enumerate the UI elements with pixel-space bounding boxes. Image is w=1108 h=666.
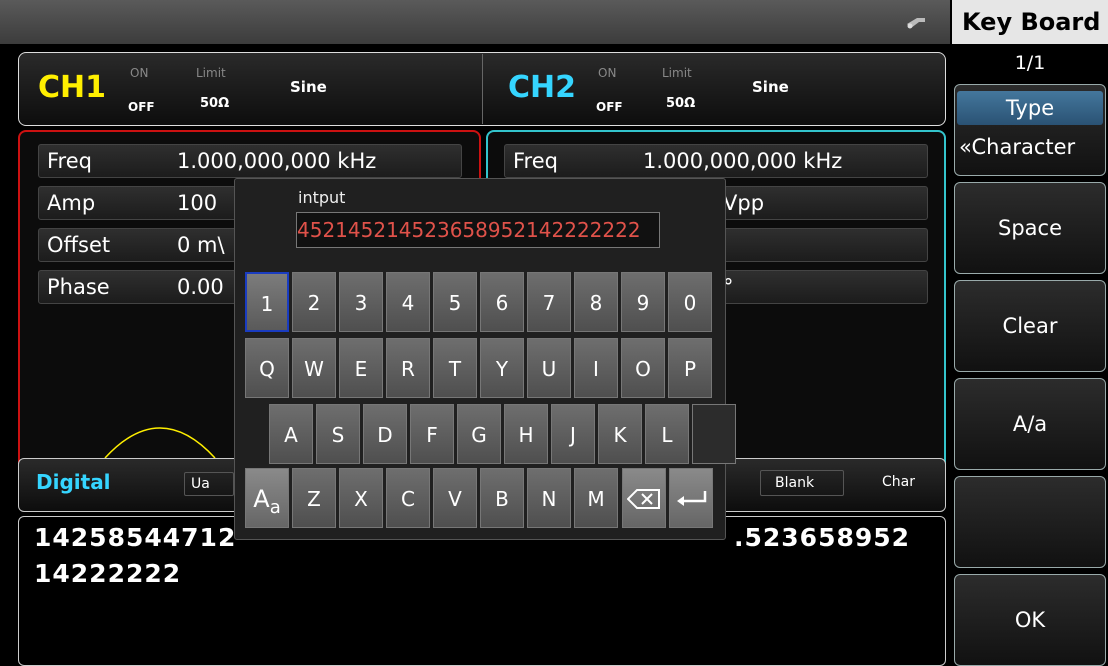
key-n[interactable]: N: [527, 468, 571, 528]
case-key-big: A: [253, 485, 270, 513]
key-h[interactable]: H: [504, 404, 548, 464]
backspace-icon: [626, 489, 660, 509]
key-o[interactable]: O: [621, 338, 665, 398]
case-toggle-softkey[interactable]: A/a: [954, 378, 1106, 470]
ch1-label[interactable]: CH1: [38, 70, 106, 105]
param-value: 100: [177, 191, 218, 215]
param-label: Offset: [47, 233, 111, 257]
key-u[interactable]: U: [527, 338, 571, 398]
key-j[interactable]: J: [551, 404, 595, 464]
ch1-limit-label: Limit: [196, 66, 226, 80]
param-value: 1.000,000,000 kHz: [643, 149, 843, 173]
key-l[interactable]: L: [645, 404, 689, 464]
param-label: Phase: [47, 275, 110, 299]
param-label: Freq: [513, 149, 558, 173]
key-1[interactable]: 1: [245, 272, 289, 332]
key-w[interactable]: W: [292, 338, 336, 398]
case-key-small: a: [269, 497, 281, 518]
param-value: 0 m\: [177, 233, 225, 257]
keyboard-input-label: intput: [298, 188, 346, 207]
param-value: Vpp: [723, 191, 765, 215]
top-status-bar: [0, 0, 950, 44]
key-6[interactable]: 6: [480, 272, 524, 332]
key-v[interactable]: V: [433, 468, 477, 528]
sine-waveform-preview: [104, 427, 216, 459]
softkey-page-indicator: 1/1: [1014, 52, 1046, 74]
key-r[interactable]: R: [386, 338, 430, 398]
channel-divider: [482, 54, 483, 124]
key-0[interactable]: 0: [668, 272, 712, 332]
key-2[interactable]: 2: [292, 272, 336, 332]
data-text-line1-left: 14258544712: [34, 523, 237, 552]
key-d[interactable]: D: [363, 404, 407, 464]
key-i[interactable]: I: [574, 338, 618, 398]
data-text-line1-right: .523658952: [734, 523, 911, 552]
ch2-load-value: 50Ω: [666, 96, 696, 111]
case-toggle-key[interactable]: Aa: [245, 468, 289, 528]
param-value: 0.00: [177, 275, 224, 299]
digital-ua-field[interactable]: Ua: [184, 472, 234, 496]
ch2-label[interactable]: CH2: [508, 70, 576, 105]
ch1-on-label: ON: [130, 66, 149, 80]
key-b[interactable]: B: [480, 468, 524, 528]
ok-softkey[interactable]: OK: [954, 574, 1106, 666]
key-f[interactable]: F: [410, 404, 454, 464]
type-softkey-label: Type: [957, 91, 1103, 125]
key-z[interactable]: Z: [292, 468, 336, 528]
key-m[interactable]: M: [574, 468, 618, 528]
keyboard-input-field[interactable]: 452145214523658952142222222: [296, 212, 660, 248]
enter-key[interactable]: [669, 468, 713, 528]
backspace-key[interactable]: [622, 468, 666, 528]
enter-icon: [677, 491, 707, 506]
key-7[interactable]: 7: [527, 272, 571, 332]
digital-blank-field[interactable]: Blank: [760, 470, 844, 496]
keyboard-input-text: 452145214523658952142222222: [297, 218, 641, 242]
ch2-waveform-label: Sine: [752, 78, 789, 96]
digital-title: Digital: [36, 470, 111, 494]
softkey-menu-title: Key Board: [952, 0, 1108, 44]
ch2-off-label: OFF: [596, 100, 623, 114]
ch2-limit-label: Limit: [662, 66, 692, 80]
param-label: Freq: [47, 149, 92, 173]
key-k[interactable]: K: [598, 404, 642, 464]
ch1-off-label: OFF: [128, 100, 155, 114]
ch2-on-label: ON: [598, 66, 617, 80]
key-s[interactable]: S: [316, 404, 360, 464]
key-4[interactable]: 4: [386, 272, 430, 332]
ch2-freq-row[interactable]: Freq 1.000,000,000 kHz: [504, 144, 928, 178]
empty-softkey[interactable]: [954, 476, 1106, 568]
space-softkey[interactable]: Space: [954, 182, 1106, 274]
data-text-line2: 14222222: [34, 559, 182, 588]
key-9[interactable]: 9: [621, 272, 665, 332]
type-softkey-value: «Character: [959, 135, 1076, 159]
key-5[interactable]: 5: [433, 272, 477, 332]
key-t[interactable]: T: [433, 338, 477, 398]
key-g[interactable]: G: [457, 404, 501, 464]
key-c[interactable]: C: [386, 468, 430, 528]
key-8[interactable]: 8: [574, 272, 618, 332]
key-q[interactable]: Q: [245, 338, 289, 398]
key-3[interactable]: 3: [339, 272, 383, 332]
digital-char-label: Char: [882, 474, 915, 490]
key-p[interactable]: P: [668, 338, 712, 398]
key-y[interactable]: Y: [480, 338, 524, 398]
clear-softkey[interactable]: Clear: [954, 280, 1106, 372]
keyboard-filler: [692, 404, 736, 464]
key-e[interactable]: E: [339, 338, 383, 398]
key-a[interactable]: A: [269, 404, 313, 464]
usb-icon: [907, 18, 925, 29]
type-softkey[interactable]: Type «Character: [954, 84, 1106, 176]
ch1-freq-row[interactable]: Freq 1.000,000,000 kHz: [38, 144, 462, 178]
ch1-load-value: 50Ω: [200, 96, 230, 111]
key-x[interactable]: X: [339, 468, 383, 528]
param-value: 1.000,000,000 kHz: [177, 149, 377, 173]
param-label: Amp: [47, 191, 96, 215]
ch1-waveform-label: Sine: [290, 78, 327, 96]
